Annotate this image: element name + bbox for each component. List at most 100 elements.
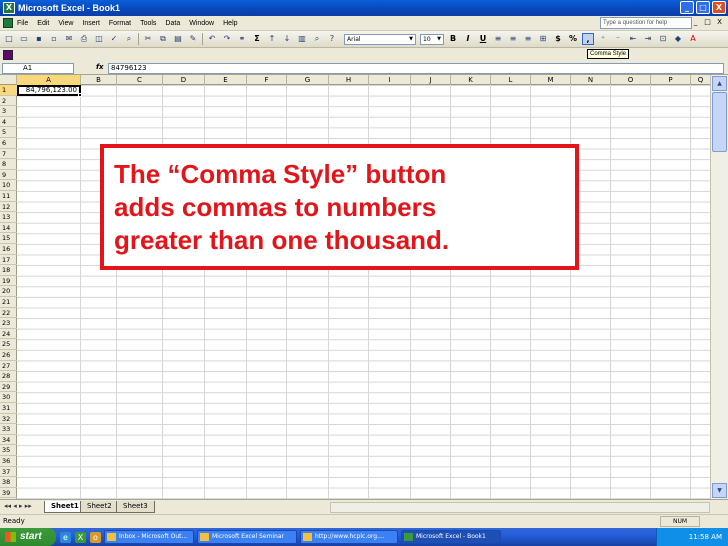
row-header-7[interactable]: 7 — [0, 149, 17, 160]
menu-file[interactable]: File — [17, 20, 28, 27]
menu-format[interactable]: Format — [109, 20, 131, 27]
column-header-a[interactable]: A — [17, 75, 81, 85]
row-header-32[interactable]: 32 — [0, 414, 17, 425]
column-header-p[interactable]: P — [651, 75, 691, 85]
select-all-corner[interactable] — [0, 75, 17, 85]
row-header-8[interactable]: 8 — [0, 159, 17, 170]
cut-icon[interactable]: ✂ — [142, 33, 154, 45]
menu-data[interactable]: Data — [165, 20, 180, 27]
paste-icon[interactable]: ▤ — [172, 33, 184, 45]
column-header-q[interactable]: Q — [691, 75, 710, 85]
format-painter-icon[interactable]: ✎ — [187, 33, 199, 45]
column-header-o[interactable]: O — [611, 75, 651, 85]
browser-icon[interactable]: e — [60, 531, 71, 543]
row-header-22[interactable]: 22 — [0, 308, 17, 319]
percent-style-button[interactable]: % — [567, 33, 579, 45]
fill-handle[interactable] — [78, 93, 82, 97]
maximize-button[interactable]: □ — [696, 1, 710, 14]
row-header-23[interactable]: 23 — [0, 318, 17, 329]
research-icon[interactable]: ⌕ — [123, 33, 135, 45]
fx-icon[interactable]: fx — [96, 63, 104, 71]
row-header-27[interactable]: 27 — [0, 361, 17, 372]
comma-style-button[interactable]: , — [582, 33, 594, 45]
row-header-15[interactable]: 15 — [0, 233, 17, 244]
underline-button[interactable]: U — [477, 33, 489, 45]
align-right-icon[interactable]: ≡ — [522, 33, 534, 45]
formula-input[interactable]: 84796123 — [108, 63, 724, 74]
row-header-35[interactable]: 35 — [0, 445, 17, 456]
column-header-e[interactable]: E — [205, 75, 247, 85]
font-size-select[interactable]: 10 ▼ — [420, 33, 444, 45]
column-header-m[interactable]: M — [531, 75, 571, 85]
increase-decimal-icon[interactable]: ⁺ — [597, 33, 609, 45]
worksheet-grid[interactable]: ABCDEFGHIJKLMNOPQ 1 2 3 4 5 6 7 8 9 10 11 12 13 14 15 1… — [0, 75, 710, 499]
copy-icon[interactable]: ⧉ — [157, 33, 169, 45]
clock[interactable]: 11:58 AM — [689, 533, 722, 541]
column-header-b[interactable]: B — [81, 75, 117, 85]
menu-help[interactable]: Help — [223, 20, 237, 27]
row-header-11[interactable]: 11 — [0, 191, 17, 202]
scroll-down-button[interactable]: ▼ — [712, 483, 727, 498]
column-header-n[interactable]: N — [571, 75, 611, 85]
currency-style-button[interactable]: $ — [552, 33, 564, 45]
row-header-38[interactable]: 38 — [0, 477, 17, 488]
spelling-icon[interactable]: ✓ — [108, 33, 120, 45]
minimize-button[interactable]: _ — [680, 1, 694, 14]
doc-minimize-button[interactable]: _ — [691, 18, 700, 27]
hyperlink-icon[interactable]: ⚭ — [236, 33, 248, 45]
name-box[interactable]: A1 — [2, 63, 74, 74]
permission-icon[interactable]: ▫ — [48, 33, 60, 45]
row-header-16[interactable]: 16 — [0, 244, 17, 255]
row-header-39[interactable]: 39 — [0, 488, 17, 499]
outlook-quicklaunch-icon[interactable]: o — [90, 531, 101, 543]
taskbar-item-excel[interactable]: Microsoft Excel - Book1 — [401, 530, 501, 544]
row-header-10[interactable]: 10 — [0, 180, 17, 191]
row-header-24[interactable]: 24 — [0, 329, 17, 340]
doc-restore-button[interactable]: □ — [703, 18, 712, 27]
tab-sheet3[interactable]: Sheet3 — [116, 501, 155, 513]
taskbar-item-seminar[interactable]: Microsoft Excel Seminar — [197, 530, 297, 544]
save-icon[interactable]: ▪ — [33, 33, 45, 45]
row-header-1[interactable]: 1 — [0, 85, 17, 96]
print-preview-icon[interactable]: ◫ — [93, 33, 105, 45]
start-button[interactable]: start — [0, 528, 56, 546]
print-icon[interactable]: ⎙ — [78, 33, 90, 45]
menu-window[interactable]: Window — [189, 20, 214, 27]
menu-insert[interactable]: Insert — [82, 20, 100, 27]
chart-wizard-icon[interactable]: ▥ — [296, 33, 308, 45]
workbook-icon[interactable] — [3, 18, 13, 28]
new-icon[interactable]: □ — [3, 33, 15, 45]
row-header-2[interactable]: 2 — [0, 96, 17, 107]
horizontal-scrollbar[interactable] — [330, 502, 710, 513]
column-header-g[interactable]: G — [287, 75, 329, 85]
decrease-indent-icon[interactable]: ⇤ — [627, 33, 639, 45]
row-header-9[interactable]: 9 — [0, 170, 17, 181]
row-header-13[interactable]: 13 — [0, 212, 17, 223]
bold-button[interactable]: B — [447, 33, 459, 45]
decrease-decimal-icon[interactable]: ⁻ — [612, 33, 624, 45]
row-header-34[interactable]: 34 — [0, 435, 17, 446]
row-header-21[interactable]: 21 — [0, 297, 17, 308]
column-header-j[interactable]: J — [411, 75, 451, 85]
menu-tools[interactable]: Tools — [140, 20, 156, 27]
row-header-6[interactable]: 6 — [0, 138, 17, 149]
question-box[interactable]: Type a question for help — [600, 17, 692, 29]
row-header-36[interactable]: 36 — [0, 456, 17, 467]
column-header-h[interactable]: H — [329, 75, 369, 85]
sort-descending-icon[interactable]: ↓ — [281, 33, 293, 45]
font-color-icon[interactable]: A — [687, 33, 699, 45]
row-header-4[interactable]: 4 — [0, 117, 17, 128]
redo-icon[interactable]: ↷ — [221, 33, 233, 45]
row-header-31[interactable]: 31 — [0, 403, 17, 414]
row-header-3[interactable]: 3 — [0, 106, 17, 117]
row-header-30[interactable]: 30 — [0, 392, 17, 403]
row-header-14[interactable]: 14 — [0, 223, 17, 234]
scroll-up-button[interactable]: ▲ — [712, 76, 727, 91]
autosum-button[interactable]: Σ — [251, 33, 263, 45]
column-header-l[interactable]: L — [491, 75, 531, 85]
align-left-icon[interactable]: ≡ — [492, 33, 504, 45]
borders-icon[interactable]: ⊡ — [657, 33, 669, 45]
column-header-k[interactable]: K — [451, 75, 491, 85]
zoom-icon[interactable]: ⌕ — [311, 33, 323, 45]
sort-ascending-icon[interactable]: ↑ — [266, 33, 278, 45]
